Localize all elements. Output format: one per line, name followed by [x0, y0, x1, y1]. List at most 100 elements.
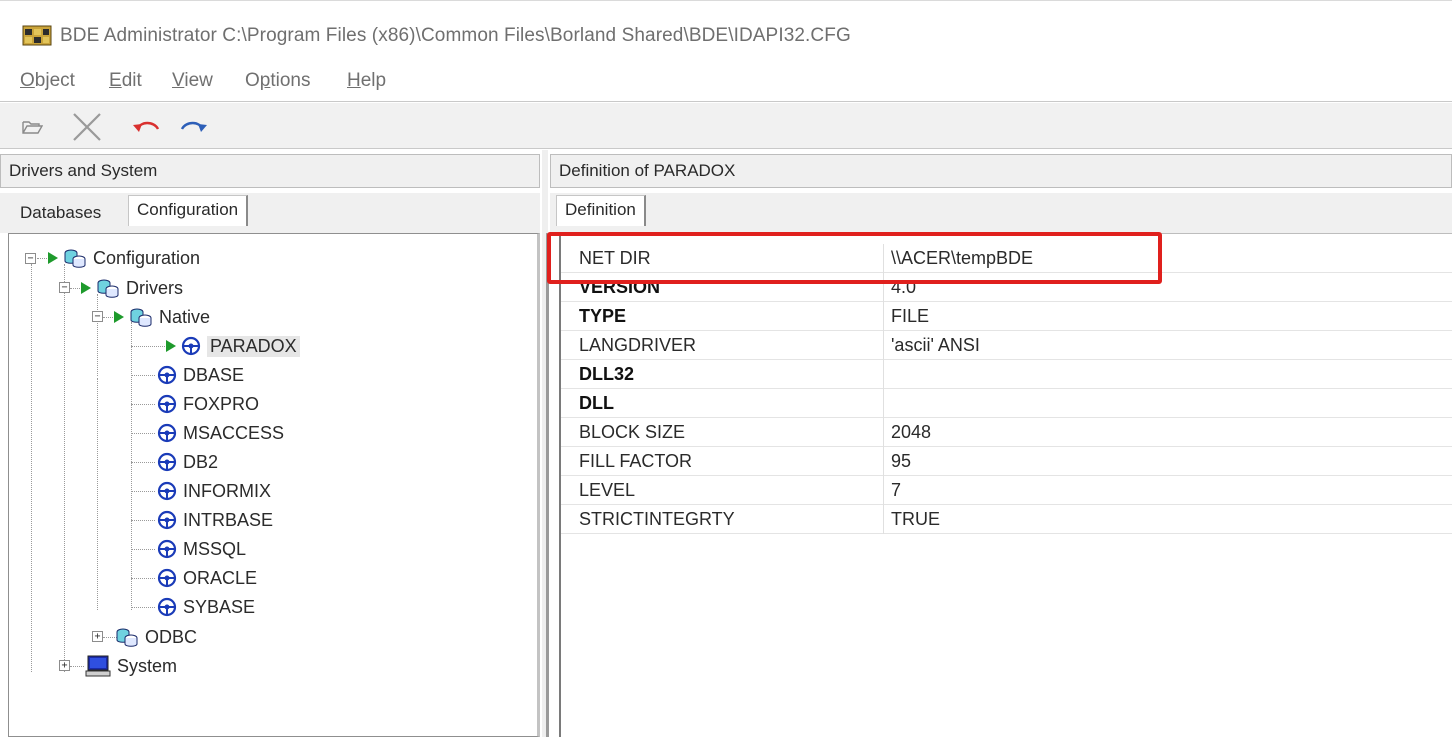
title-bar: BDE Administrator C:\Program Files (x86)…: [0, 0, 1452, 64]
tree-label: ODBC: [145, 626, 198, 647]
tree-label: MSSQL: [183, 538, 247, 559]
undo-icon: [133, 121, 160, 132]
definition-panel: NET DIR \\ACER\tempBDE VERSION 4.0 TYPE …: [546, 233, 1452, 737]
tree-node-sybase[interactable]: SYBASE: [157, 593, 255, 621]
driver-wheel-icon: [157, 481, 177, 501]
property-row[interactable]: LEVEL 7: [561, 476, 1452, 505]
menu-options[interactable]: Options: [245, 70, 311, 92]
tree-node-foxpro[interactable]: FOXPRO: [157, 390, 259, 418]
open-button[interactable]: [18, 109, 46, 145]
delete-button[interactable]: [68, 109, 106, 145]
menu-object[interactable]: Object: [20, 70, 75, 92]
configuration-tree: − Configuration − Drivers − Native PARAD…: [8, 233, 540, 737]
tree-label: FOXPRO: [183, 393, 260, 414]
tree-label: INFORMIX: [183, 480, 271, 501]
open-folder-icon: [22, 121, 43, 134]
property-name: TYPE: [579, 306, 627, 326]
tree-node-oracle[interactable]: ORACLE: [157, 564, 257, 592]
tree-label: SYBASE: [183, 596, 256, 617]
expander-drivers[interactable]: −: [59, 282, 70, 293]
green-arrow-icon: [81, 282, 91, 294]
tree-node-mssql[interactable]: MSSQL: [157, 535, 246, 563]
property-value[interactable]: 4.0: [891, 277, 916, 298]
property-row[interactable]: DLL32: [561, 360, 1452, 389]
tree-node-informix[interactable]: INFORMIX: [157, 477, 271, 505]
property-value[interactable]: \\ACER\tempBDE: [891, 248, 1033, 269]
property-row[interactable]: BLOCK SIZE 2048: [561, 418, 1452, 447]
left-pane-header: Drivers and System: [0, 154, 540, 188]
property-name: DLL: [579, 393, 614, 413]
tree-node-db2[interactable]: DB2: [157, 448, 218, 476]
right-tabstrip: Definition: [550, 193, 1452, 233]
delete-x-icon: [73, 113, 101, 141]
driver-wheel-icon: [157, 568, 177, 588]
tree-node-msaccess[interactable]: MSACCESS: [157, 419, 284, 447]
tree-label: INTRBASE: [183, 509, 274, 530]
computer-icon: [85, 655, 111, 677]
bde-database-icon: [22, 25, 52, 46]
tree-node-odbc[interactable]: ODBC: [115, 623, 197, 651]
tab-databases[interactable]: Databases: [20, 203, 101, 223]
driver-wheel-icon: [157, 510, 177, 530]
property-value[interactable]: 2048: [891, 422, 931, 443]
property-value[interactable]: FILE: [891, 306, 929, 327]
tab-configuration[interactable]: Configuration: [128, 195, 249, 226]
driver-wheel-icon: [181, 336, 201, 356]
database-group-icon: [97, 279, 119, 298]
driver-wheel-icon: [157, 452, 177, 472]
tree-label: DBASE: [183, 364, 245, 385]
window-title: BDE Administrator C:\Program Files (x86)…: [60, 25, 851, 46]
property-name: NET DIR: [579, 248, 651, 268]
tree-label: ORACLE: [183, 567, 258, 588]
property-row[interactable]: LANGDRIVER 'ascii' ANSI: [561, 331, 1452, 360]
property-row[interactable]: STRICTINTEGRTY TRUE: [561, 505, 1452, 534]
driver-wheel-icon: [157, 539, 177, 559]
property-value[interactable]: 7: [891, 480, 901, 501]
menu-bar: Object Edit View Options Help: [0, 64, 1452, 102]
expander-system[interactable]: +: [59, 660, 70, 671]
menu-edit[interactable]: Edit: [109, 70, 142, 92]
undo-button[interactable]: [128, 109, 164, 145]
tree-node-intrbase[interactable]: INTRBASE: [157, 506, 273, 534]
left-tabstrip: Databases Configuration: [0, 193, 540, 233]
tree-node-paradox[interactable]: PARADOX: [165, 332, 300, 360]
driver-wheel-icon: [157, 423, 177, 443]
property-row[interactable]: FILL FACTOR 95: [561, 447, 1452, 476]
tree-label: DB2: [183, 451, 219, 472]
property-row[interactable]: TYPE FILE: [561, 302, 1452, 331]
tree-node-native[interactable]: Native: [113, 303, 210, 331]
property-name: STRICTINTEGRTY: [579, 509, 735, 529]
database-group-icon: [116, 628, 138, 647]
property-value[interactable]: 'ascii' ANSI: [891, 335, 980, 356]
expander-native[interactable]: −: [92, 311, 103, 322]
tab-definition[interactable]: Definition: [556, 195, 646, 226]
green-arrow-icon: [48, 252, 58, 264]
property-name: LANGDRIVER: [579, 335, 697, 355]
expander-configuration[interactable]: −: [25, 253, 36, 264]
driver-wheel-icon: [157, 597, 177, 617]
tree-node-system[interactable]: System: [85, 652, 177, 680]
right-pane-header: Definition of PARADOX: [550, 154, 1452, 188]
driver-wheel-icon: [157, 394, 177, 414]
property-value[interactable]: TRUE: [891, 509, 940, 530]
green-arrow-icon: [166, 340, 176, 352]
tree-label: Configuration: [93, 247, 201, 268]
property-row[interactable]: VERSION 4.0: [561, 273, 1452, 302]
menu-view[interactable]: View: [172, 70, 213, 92]
property-row[interactable]: DLL: [561, 389, 1452, 418]
redo-button[interactable]: [176, 109, 212, 145]
tree-label: Native: [159, 306, 211, 327]
property-name: FILL FACTOR: [579, 451, 693, 471]
menu-help[interactable]: Help: [347, 70, 386, 92]
property-name: BLOCK SIZE: [579, 422, 686, 442]
tree-label: PARADOX: [207, 335, 300, 357]
tree-node-drivers[interactable]: Drivers: [80, 274, 183, 302]
tree-node-dbase[interactable]: DBASE: [157, 361, 244, 389]
redo-icon: [180, 121, 207, 132]
property-row[interactable]: NET DIR \\ACER\tempBDE: [561, 244, 1452, 273]
property-grid: NET DIR \\ACER\tempBDE VERSION 4.0 TYPE …: [559, 234, 1452, 737]
expander-odbc[interactable]: +: [92, 631, 103, 642]
tree-node-configuration[interactable]: Configuration: [47, 244, 200, 272]
property-value[interactable]: 95: [891, 451, 911, 472]
property-name: DLL32: [579, 364, 635, 384]
